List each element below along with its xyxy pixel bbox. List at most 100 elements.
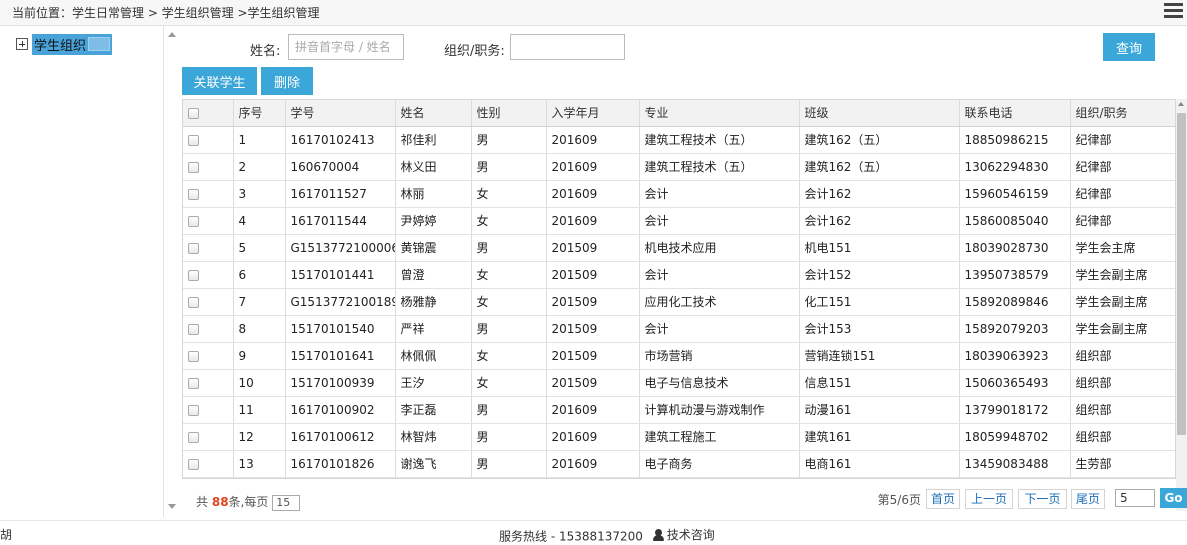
row-checkbox[interactable] xyxy=(188,350,199,362)
page-number-input[interactable]: 5 xyxy=(1115,489,1155,507)
org-search-input[interactable] xyxy=(510,34,625,60)
table-row[interactable]: 4 1617011544 尹婷婷女 201609 会计 会计162 15860085040 纪… xyxy=(183,207,1175,235)
scrollbar-thumb[interactable] xyxy=(1177,113,1186,435)
row-checkbox[interactable] xyxy=(188,431,199,443)
last-page-button[interactable]: 尾页 xyxy=(1071,489,1105,509)
column-header[interactable]: 组织/职务 xyxy=(1070,100,1175,127)
row-checkbox[interactable] xyxy=(188,134,199,146)
scroll-up-arrow-icon[interactable] xyxy=(168,32,176,37)
table-cell: 201609 xyxy=(546,180,640,208)
first-page-button[interactable]: 首页 xyxy=(926,489,960,509)
name-search-input[interactable] xyxy=(288,34,404,60)
row-select-cell[interactable] xyxy=(183,315,234,343)
sidebar-scrollbar[interactable] xyxy=(164,26,180,517)
row-select-cell[interactable] xyxy=(183,288,234,316)
table-row[interactable]: 11 16170100902 李正磊男 201609 计算机动漫与游戏制作 动漫161 13… xyxy=(183,396,1175,424)
table-row[interactable]: 12 16170100612 林智炜男 201609 建筑工程施工 建筑161 180599… xyxy=(183,423,1175,451)
row-checkbox[interactable] xyxy=(188,161,199,173)
table-cell: 13459083488 xyxy=(959,450,1071,478)
row-select-cell[interactable] xyxy=(183,396,234,424)
row-checkbox[interactable] xyxy=(188,323,199,335)
query-button[interactable]: 查询 xyxy=(1103,33,1155,61)
table-cell: 10 xyxy=(233,369,286,397)
table-cell: 15892079203 xyxy=(959,315,1071,343)
hamburger-menu-icon[interactable] xyxy=(1164,3,1183,22)
table-row[interactable]: 2 160670004 林义田男 201609 建筑工程技术（五） 建筑162（五） 130… xyxy=(183,153,1175,181)
table-cell: 15060365493 xyxy=(959,369,1071,397)
delete-button[interactable]: 删除 xyxy=(261,67,313,95)
column-header[interactable]: 专业 xyxy=(639,100,800,127)
row-select-cell[interactable] xyxy=(183,153,234,181)
table-cell: 13950738579 xyxy=(959,261,1071,289)
row-select-cell[interactable] xyxy=(183,423,234,451)
prev-page-button[interactable]: 上一页 xyxy=(965,489,1013,509)
table-cell: 女 xyxy=(471,369,547,397)
table-scrollbar[interactable] xyxy=(1176,99,1187,511)
total-prefix: 共 xyxy=(196,495,209,509)
next-page-button[interactable]: 下一页 xyxy=(1018,489,1067,509)
table-row[interactable]: 13 16170101826 谢逸飞男 201609 电子商务 电商161 13459083… xyxy=(183,450,1175,478)
table-cell: 会计 xyxy=(639,315,800,343)
row-select-cell[interactable] xyxy=(183,234,234,262)
scroll-up-arrow-icon[interactable] xyxy=(1178,102,1184,106)
scroll-down-arrow-icon[interactable] xyxy=(168,504,176,509)
row-select-cell[interactable] xyxy=(183,261,234,289)
table-cell: 201609 xyxy=(546,207,640,235)
row-checkbox[interactable] xyxy=(188,242,199,254)
table-cell: 201509 xyxy=(546,288,640,316)
row-checkbox[interactable] xyxy=(188,404,199,416)
table-cell: 电商161 xyxy=(799,450,960,478)
table-row[interactable]: 5 G1513772100006 黄锦震男 201509 机电技术应用 机电151 1803… xyxy=(183,234,1175,262)
breadcrumb: 当前位置：学生日常管理 > 学生组织管理 >学生组织管理 xyxy=(12,6,320,20)
table-row[interactable]: 1 16170102413 祁佳利男 201609 建筑工程技术（五） 建筑162（五） 1… xyxy=(183,126,1175,154)
column-header[interactable]: 入学年月 xyxy=(546,100,640,127)
column-header[interactable]: 性别 xyxy=(471,100,547,127)
table-row[interactable]: 6 15170101441 曾澄女 201509 会计 会计152 13950738579 学… xyxy=(183,261,1175,289)
table-row[interactable]: 8 15170101540 严祥男 201509 会计 会计153 15892079203 学… xyxy=(183,315,1175,343)
row-select-cell[interactable] xyxy=(183,450,234,478)
row-checkbox[interactable] xyxy=(188,296,199,308)
table-cell: 15170100939 xyxy=(285,369,396,397)
select-all-checkbox[interactable] xyxy=(188,107,199,119)
table-cell: 动漫161 xyxy=(799,396,960,424)
table-cell: 纪律部 xyxy=(1070,180,1175,208)
row-select-cell[interactable] xyxy=(183,180,234,208)
tree-expand-icon[interactable] xyxy=(16,38,28,50)
page-size-input[interactable]: 15 xyxy=(272,494,301,511)
table-cell: 黄锦震 xyxy=(395,234,472,262)
table-cell: 1 xyxy=(233,126,286,154)
tech-support-link[interactable]: 技术咨询 xyxy=(652,526,715,543)
row-checkbox[interactable] xyxy=(188,458,199,470)
column-header[interactable]: 学号 xyxy=(285,100,396,127)
table-cell: 电子与信息技术 xyxy=(639,369,800,397)
table-cell: 学生会副主席 xyxy=(1070,315,1175,343)
table-row[interactable]: 3 1617011527 林丽女 201609 会计 会计162 15960546159 纪律… xyxy=(183,180,1175,208)
row-checkbox[interactable] xyxy=(188,215,199,227)
table-row[interactable]: 10 15170100939 王汐女 201509 电子与信息技术 信息151 150603… xyxy=(183,369,1175,397)
table-row[interactable]: 7 G1513772100189 杨雅静女 201509 应用化工技术 化工151 1589… xyxy=(183,288,1175,316)
tree-node-label[interactable]: 学生组织 xyxy=(32,33,113,55)
table-cell: 营销连锁151 xyxy=(799,342,960,370)
row-select-cell[interactable] xyxy=(183,342,234,370)
table-cell: 201609 xyxy=(546,153,640,181)
table-cell: 16170101826 xyxy=(285,450,396,478)
table-cell: 杨雅静 xyxy=(395,288,472,316)
row-checkbox[interactable] xyxy=(188,188,199,200)
column-header[interactable]: 联系电话 xyxy=(959,100,1071,127)
link-student-button[interactable]: 关联学生 xyxy=(182,67,257,95)
row-checkbox[interactable] xyxy=(188,377,199,389)
header-select-all[interactable] xyxy=(183,100,234,127)
table-cell: 建筑161 xyxy=(799,423,960,451)
column-header[interactable]: 姓名 xyxy=(395,100,472,127)
row-select-cell[interactable] xyxy=(183,126,234,154)
table-cell: 祁佳利 xyxy=(395,126,472,154)
row-select-cell[interactable] xyxy=(183,207,234,235)
table-row[interactable]: 9 15170101641 林佩佩女 201509 市场营销 营销连锁151 1803906… xyxy=(183,342,1175,370)
row-checkbox[interactable] xyxy=(188,269,199,281)
column-header[interactable]: 班级 xyxy=(799,100,960,127)
go-button[interactable]: Go xyxy=(1160,488,1187,508)
table-cell: 化工151 xyxy=(799,288,960,316)
row-select-cell[interactable] xyxy=(183,369,234,397)
table-cell: 林佩佩 xyxy=(395,342,472,370)
column-header[interactable]: 序号 xyxy=(233,100,286,127)
